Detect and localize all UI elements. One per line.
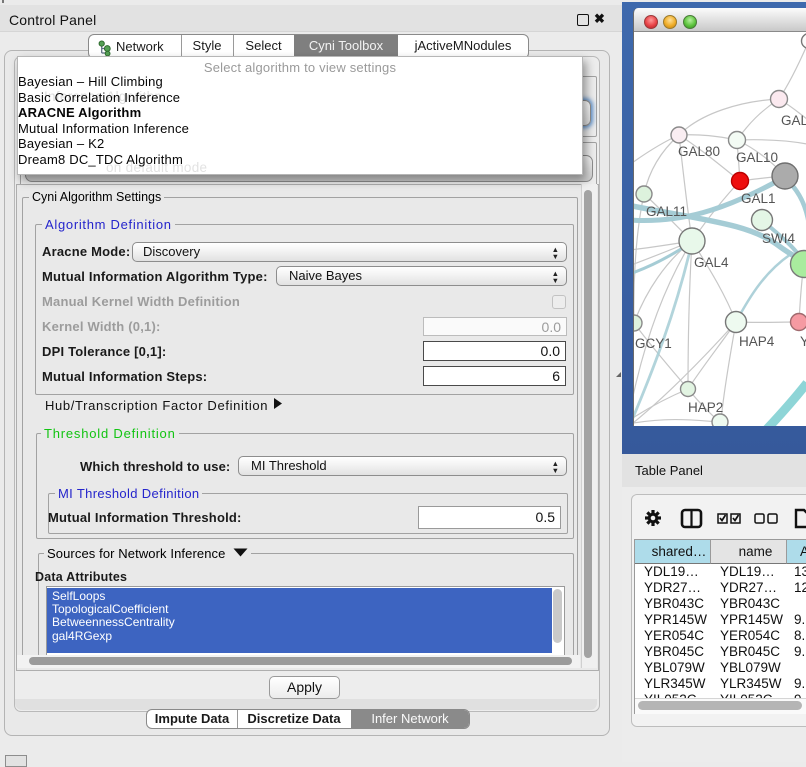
- svg-text:GAL1: GAL1: [741, 191, 776, 206]
- svg-text:SWI4: SWI4: [762, 231, 795, 246]
- svg-text:HAP2: HAP2: [688, 400, 723, 415]
- svg-text:HAP4: HAP4: [739, 334, 775, 349]
- svg-text:GAL10: GAL10: [736, 150, 778, 165]
- svg-text:Y: Y: [800, 334, 806, 349]
- svg-text:GAL: GAL: [781, 113, 806, 128]
- svg-text:GAL4: GAL4: [694, 255, 729, 270]
- svg-text:GAL80: GAL80: [678, 144, 720, 159]
- svg-text:GAL11: GAL11: [646, 204, 687, 219]
- svg-text:GCY1: GCY1: [635, 336, 672, 351]
